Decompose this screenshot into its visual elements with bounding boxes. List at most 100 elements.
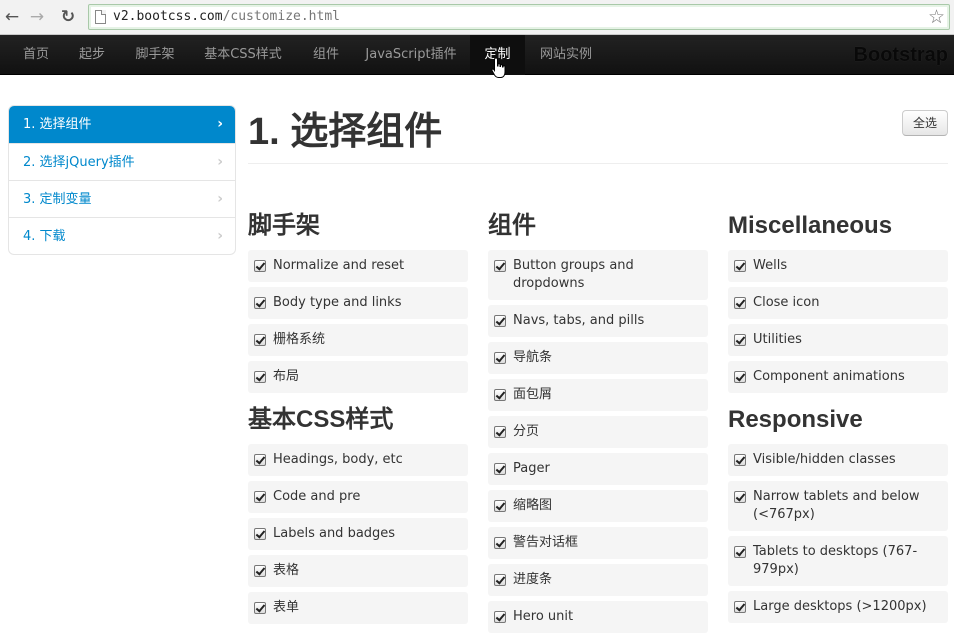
- option-label: Hero unit: [513, 609, 574, 624]
- checkbox-checked-icon[interactable]: [494, 315, 506, 327]
- nav-item-scaffolding[interactable]: 脚手架: [124, 35, 186, 75]
- option-item[interactable]: Code and pre: [248, 481, 468, 513]
- option-item[interactable]: Wells: [728, 250, 948, 282]
- checkbox-checked-icon[interactable]: [254, 454, 266, 466]
- checkbox-checked-icon[interactable]: [734, 454, 746, 466]
- checkbox-checked-icon[interactable]: [254, 334, 266, 346]
- option-label: Body type and links: [273, 295, 402, 310]
- option-item[interactable]: Tablets to desktops (767-979px): [728, 536, 948, 586]
- brand-logo[interactable]: Bootstrap: [854, 35, 948, 75]
- option-label: Utilities: [753, 332, 802, 347]
- nav-item-home[interactable]: 首页: [10, 35, 62, 75]
- option-item[interactable]: Large desktops (>1200px): [728, 591, 948, 623]
- checkbox-checked-icon[interactable]: [494, 500, 506, 512]
- option-label: Visible/hidden classes: [753, 452, 896, 467]
- checkbox-checked-icon[interactable]: [254, 528, 266, 540]
- checkbox-checked-icon[interactable]: [254, 602, 266, 614]
- hand-cursor-icon: [491, 57, 506, 78]
- sidebar-item-customize-variables[interactable]: 3. 定制变量 ›: [9, 180, 235, 217]
- component-column-3: Miscellaneous Wells Close icon Utilities…: [728, 207, 948, 628]
- nav-item-examples[interactable]: 网站实例: [530, 35, 602, 75]
- sidebar-item-choose-plugins[interactable]: 2. 选择jQuery插件 ›: [9, 143, 235, 180]
- checkbox-checked-icon[interactable]: [734, 334, 746, 346]
- sidebar-item-download[interactable]: 4. 下载 ›: [9, 217, 235, 254]
- checkbox-checked-icon[interactable]: [494, 537, 506, 549]
- sidebar-item-choose-components[interactable]: 1. 选择组件 ›: [9, 106, 235, 143]
- checkbox-checked-icon[interactable]: [494, 463, 506, 475]
- checkbox-checked-icon[interactable]: [254, 491, 266, 503]
- header-divider: [248, 163, 948, 164]
- option-item[interactable]: Button groups and dropdowns: [488, 250, 708, 300]
- option-item[interactable]: Headings, body, etc: [248, 444, 468, 476]
- option-item[interactable]: Utilities: [728, 324, 948, 356]
- checkbox-checked-icon[interactable]: [494, 260, 506, 272]
- group-heading-scaffolding: 脚手架: [248, 212, 320, 239]
- star-icon[interactable]: ☆: [928, 5, 945, 29]
- option-label: Close icon: [753, 295, 820, 310]
- option-item[interactable]: 导航条: [488, 342, 708, 374]
- checkbox-checked-icon[interactable]: [494, 574, 506, 586]
- checkbox-checked-icon[interactable]: [734, 297, 746, 309]
- checkbox-checked-icon[interactable]: [734, 546, 746, 558]
- option-item[interactable]: 进度条: [488, 564, 708, 596]
- checkbox-checked-icon[interactable]: [734, 371, 746, 383]
- page-icon: [95, 10, 106, 24]
- option-item[interactable]: 警告对话框: [488, 527, 708, 559]
- chevron-right-icon: ›: [217, 191, 223, 207]
- url-text[interactable]: v2.bootcss.com/customize.html: [113, 9, 340, 24]
- option-item[interactable]: Labels and badges: [248, 518, 468, 550]
- option-item[interactable]: Hero unit: [488, 601, 708, 633]
- forward-arrow-icon[interactable]: →: [27, 7, 47, 27]
- checkbox-checked-icon[interactable]: [734, 260, 746, 272]
- checkbox-checked-icon[interactable]: [494, 389, 506, 401]
- option-item[interactable]: Narrow tablets and below (<767px): [728, 481, 948, 531]
- back-arrow-icon[interactable]: ←: [2, 7, 22, 27]
- checkbox-checked-icon[interactable]: [254, 297, 266, 309]
- url-path: /customize.html: [222, 9, 340, 24]
- option-item[interactable]: Visible/hidden classes: [728, 444, 948, 476]
- option-item[interactable]: 布局: [248, 361, 468, 393]
- customize-sidebar: 1. 选择组件 › 2. 选择jQuery插件 › 3. 定制变量 › 4. 下…: [8, 105, 236, 255]
- select-all-button[interactable]: 全选: [902, 110, 948, 136]
- option-label: Normalize and reset: [273, 258, 405, 273]
- checkbox-checked-icon[interactable]: [734, 491, 746, 503]
- nav-item-getting-started[interactable]: 起步: [66, 35, 118, 75]
- sidebar-item-label: 2. 选择jQuery插件: [23, 155, 135, 170]
- nav-item-components[interactable]: 组件: [302, 35, 350, 75]
- option-label: Button groups and dropdowns: [513, 258, 634, 291]
- component-column-2: 组件 Button groups and dropdowns Navs, tab…: [488, 207, 708, 638]
- checkbox-checked-icon[interactable]: [494, 426, 506, 438]
- checkbox-checked-icon[interactable]: [734, 601, 746, 613]
- address-bar[interactable]: v2.bootcss.com/customize.html ☆: [88, 4, 950, 30]
- checkbox-checked-icon[interactable]: [494, 611, 506, 623]
- option-label: Tablets to desktops (767-979px): [753, 544, 918, 577]
- checkbox-checked-icon[interactable]: [494, 352, 506, 364]
- option-item[interactable]: Pager: [488, 453, 708, 485]
- option-label: 表格: [273, 563, 300, 578]
- option-item[interactable]: 栅格系统: [248, 324, 468, 356]
- option-item[interactable]: 分页: [488, 416, 708, 448]
- checkbox-checked-icon[interactable]: [254, 565, 266, 577]
- option-label: Narrow tablets and below (<767px): [753, 489, 920, 522]
- option-item[interactable]: 表格: [248, 555, 468, 587]
- option-label: Wells: [753, 258, 788, 273]
- option-item[interactable]: 面包屑: [488, 379, 708, 411]
- option-label: 布局: [273, 369, 300, 384]
- option-item[interactable]: 表单: [248, 592, 468, 624]
- option-label: 缩略图: [513, 498, 553, 513]
- checkbox-checked-icon[interactable]: [254, 371, 266, 383]
- group-heading-miscellaneous: Miscellaneous: [728, 212, 893, 239]
- sidebar-item-label: 4. 下载: [23, 229, 66, 244]
- checkbox-checked-icon[interactable]: [254, 260, 266, 272]
- option-item[interactable]: Normalize and reset: [248, 250, 468, 282]
- option-item[interactable]: Body type and links: [248, 287, 468, 319]
- option-item[interactable]: Component animations: [728, 361, 948, 393]
- page-title: 1. 选择组件: [248, 111, 443, 153]
- option-item[interactable]: Navs, tabs, and pills: [488, 305, 708, 337]
- nav-item-base-css[interactable]: 基本CSS样式: [194, 35, 292, 75]
- option-label: 表单: [273, 600, 300, 615]
- option-item[interactable]: Close icon: [728, 287, 948, 319]
- reload-icon[interactable]: ↻: [58, 7, 78, 27]
- nav-item-javascript[interactable]: JavaScript插件: [358, 35, 464, 75]
- option-item[interactable]: 缩略图: [488, 490, 708, 522]
